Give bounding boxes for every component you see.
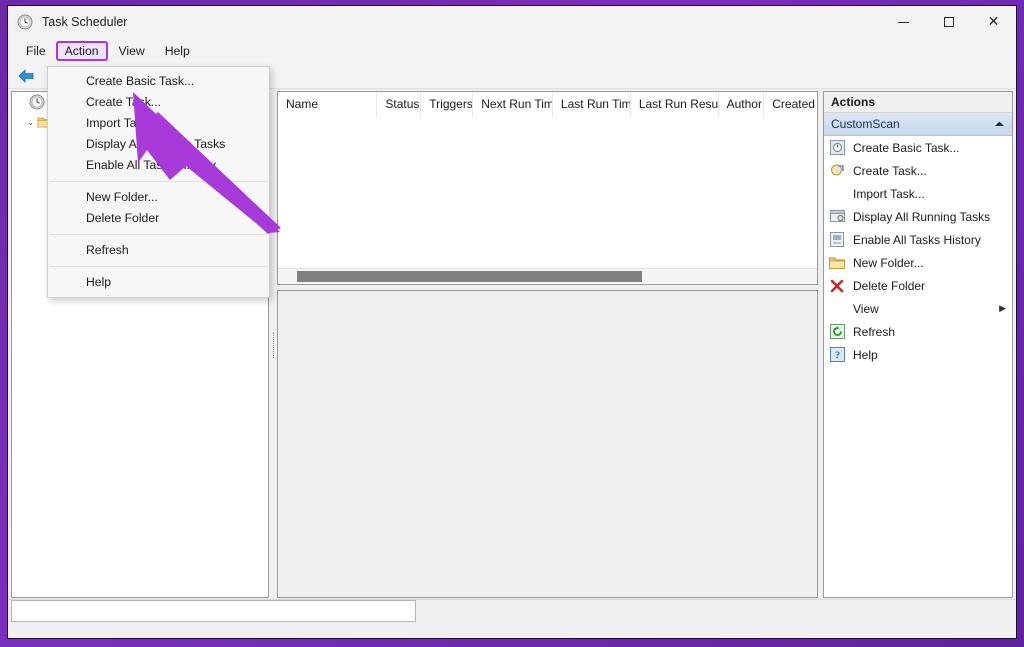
action-create-basic-task[interactable]: Create Basic Task... [824, 136, 1012, 159]
title-bar: Task Scheduler ✕ [8, 6, 1016, 38]
column-header-last-run-time[interactable]: Last Run Time [553, 92, 631, 117]
menu-file[interactable]: File [17, 41, 55, 61]
column-header-triggers[interactable]: Triggers [421, 92, 474, 117]
actions-group-label: CustomScan [831, 117, 900, 131]
column-header-next-run-time[interactable]: Next Run Time [473, 92, 553, 117]
menu-item-help[interactable]: Help [48, 272, 269, 293]
menu-help[interactable]: Help [156, 41, 199, 61]
window-controls: ✕ [881, 6, 1016, 38]
action-view[interactable]: View ▶ [824, 297, 1012, 320]
minimize-button[interactable] [881, 6, 926, 38]
action-label: Display All Running Tasks [853, 209, 991, 224]
action-label: New Folder... [853, 255, 924, 270]
maximize-icon [943, 17, 954, 27]
menu-item-display-all-running-tasks[interactable]: Display All Running Tasks [48, 134, 269, 155]
status-bar [8, 599, 1016, 638]
task-list-body[interactable] [278, 117, 817, 268]
action-label: Create Basic Task... [853, 140, 960, 155]
menu-view[interactable]: View [110, 41, 154, 61]
menu-bar: File Action View Help [8, 38, 1016, 63]
column-header-name[interactable]: Name [278, 92, 378, 117]
clock-icon [17, 14, 33, 30]
actions-pane: Actions CustomScan Create Basic Task... … [823, 91, 1013, 598]
tree-chevron-library[interactable]: ⌄ [24, 118, 37, 127]
display-running-icon [829, 209, 845, 225]
action-create-task[interactable]: Create Task... [824, 159, 1012, 182]
menu-action[interactable]: Action [55, 40, 108, 61]
close-icon: ✕ [987, 14, 1000, 30]
create-basic-task-icon [829, 140, 845, 156]
scrollbar-thumb[interactable] [297, 271, 642, 282]
action-enable-all-tasks-history[interactable]: Enable All Tasks History [824, 228, 1012, 251]
action-label: Enable All Tasks History [853, 232, 981, 247]
menu-separator [50, 234, 267, 235]
close-button[interactable]: ✕ [971, 6, 1016, 38]
menu-item-delete-folder[interactable]: Delete Folder [48, 208, 269, 229]
none-icon [829, 301, 845, 317]
actions-pane-title: Actions [824, 92, 1012, 113]
refresh-icon [829, 324, 845, 340]
action-label: Import Task... [853, 186, 925, 201]
menu-item-new-folder[interactable]: New Folder... [48, 187, 269, 208]
task-list-header: Name Status Triggers Next Run Time Last … [278, 92, 817, 118]
help-icon: ? [829, 347, 845, 363]
folder-icon [829, 255, 845, 271]
column-header-author[interactable]: Author [719, 92, 765, 117]
action-label: Delete Folder [853, 278, 926, 293]
minimize-icon [898, 21, 909, 23]
back-button[interactable] [14, 65, 38, 87]
menu-item-create-basic-task[interactable]: Create Basic Task... [48, 71, 269, 92]
svg-text:?: ? [834, 349, 840, 361]
column-header-created[interactable]: Created [764, 92, 817, 117]
action-refresh[interactable]: Refresh [824, 320, 1012, 343]
chevron-right-icon: ▶ [999, 303, 1006, 313]
center-pane: Name Status Triggers Next Run Time Last … [277, 91, 818, 598]
action-new-folder[interactable]: New Folder... [824, 251, 1012, 274]
create-task-icon [829, 163, 845, 179]
action-label: Help [853, 347, 878, 362]
action-dropdown-menu: Create Basic Task... Create Task... Impo… [47, 66, 270, 298]
menu-separator [50, 181, 267, 182]
clock-icon [29, 94, 45, 110]
status-segment-left [11, 600, 416, 622]
menu-item-import-task[interactable]: Import Task... [48, 113, 269, 134]
chevron-up-icon[interactable] [994, 120, 1005, 128]
screenshot-root: Task Scheduler ✕ File Action View Help ⌄… [0, 0, 1024, 647]
none-icon [829, 186, 845, 202]
action-help[interactable]: ? Help [824, 343, 1012, 366]
menu-item-create-task[interactable]: Create Task... [48, 92, 269, 113]
maximize-button[interactable] [926, 6, 971, 38]
menu-separator [50, 266, 267, 267]
actions-group-customscan[interactable]: CustomScan [824, 113, 1012, 136]
action-label: Create Task... [853, 163, 927, 178]
task-list-pane: Name Status Triggers Next Run Time Last … [277, 91, 818, 285]
menu-item-refresh[interactable]: Refresh [48, 240, 269, 261]
action-label: View [853, 301, 879, 316]
delete-icon [829, 278, 845, 294]
action-import-task[interactable]: Import Task... [824, 182, 1012, 205]
history-icon [829, 232, 845, 248]
action-delete-folder[interactable]: Delete Folder [824, 274, 1012, 297]
action-label: Refresh [853, 324, 896, 339]
action-display-all-running-tasks[interactable]: Display All Running Tasks [824, 205, 1012, 228]
column-header-last-run-result[interactable]: Last Run Result [631, 92, 719, 117]
horizontal-scrollbar[interactable] [278, 268, 817, 284]
menu-item-enable-all-tasks-history[interactable]: Enable All Tasks History [48, 155, 269, 176]
window-title: Task Scheduler [42, 15, 128, 29]
task-scheduler-window: Task Scheduler ✕ File Action View Help ⌄… [7, 5, 1017, 639]
column-header-status[interactable]: Status [377, 92, 422, 117]
task-detail-pane [277, 290, 818, 598]
back-arrow-icon [18, 68, 34, 83]
